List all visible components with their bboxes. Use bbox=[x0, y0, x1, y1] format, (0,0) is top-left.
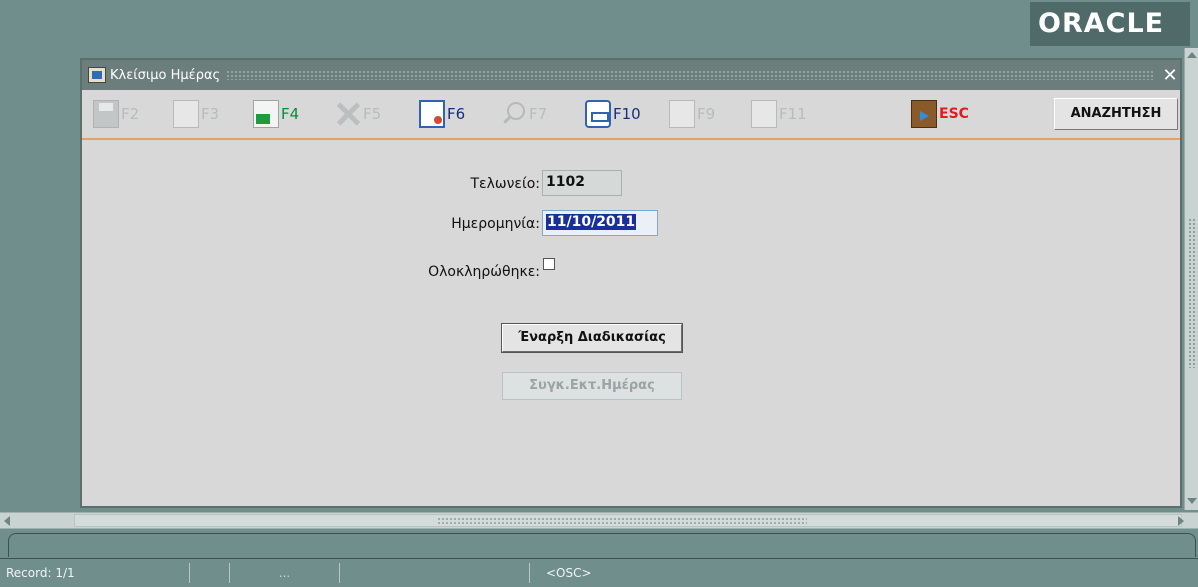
insert-key-label: F9 bbox=[697, 105, 716, 123]
copy-key-label: F3 bbox=[201, 105, 220, 123]
new-record-button[interactable]: F4 bbox=[250, 96, 299, 132]
new-key-label: F4 bbox=[281, 105, 300, 123]
delete-button[interactable]: F5 bbox=[332, 96, 381, 132]
search-button[interactable]: ΑΝΑΖΗΤΗΣΗ bbox=[1054, 98, 1178, 130]
print-button[interactable]: F10 bbox=[582, 96, 641, 132]
status-cell-2 bbox=[190, 563, 230, 583]
window-title: Κλείσιμο Ημέρας bbox=[110, 67, 221, 83]
query-icon bbox=[501, 100, 527, 128]
window-titlebar[interactable]: Κλείσιμο Ημέρας ✕ bbox=[82, 60, 1180, 90]
exit-key-label: ESC bbox=[939, 106, 969, 122]
save-button[interactable]: F2 bbox=[90, 96, 139, 132]
print-icon bbox=[585, 100, 611, 128]
delete-doc-key-label: F11 bbox=[779, 105, 807, 123]
delete-key-label: F5 bbox=[363, 105, 382, 123]
record-indicator: Record: 1/1 bbox=[6, 563, 190, 583]
customs-office-field[interactable]: 1102 bbox=[542, 170, 622, 196]
day-summary-button[interactable]: Συγκ.Εκτ.Ημέρας bbox=[502, 372, 682, 400]
scroll-left-icon[interactable] bbox=[4, 516, 10, 526]
status-bar: Record: 1/1 ... <OSC> bbox=[0, 558, 1198, 587]
completed-label: Ολοκληρώθηκε: bbox=[428, 264, 540, 280]
titlebar-grip bbox=[226, 70, 1154, 80]
status-ellipsis: ... bbox=[230, 563, 340, 583]
clear-button[interactable]: F6 bbox=[416, 96, 465, 132]
copy-record-button[interactable]: F3 bbox=[170, 96, 219, 132]
query-button[interactable]: F7 bbox=[498, 96, 547, 132]
scroll-track[interactable] bbox=[74, 514, 1182, 527]
insert-doc-icon bbox=[669, 100, 695, 128]
insert-button[interactable]: F9 bbox=[666, 96, 715, 132]
query-key-label: F7 bbox=[529, 105, 548, 123]
start-process-button[interactable]: Έναρξη Διαδικασίας bbox=[502, 324, 682, 352]
exit-door-icon bbox=[911, 100, 937, 128]
delete-icon bbox=[335, 100, 361, 128]
close-icon[interactable]: ✕ bbox=[1160, 65, 1180, 86]
day-close-window: Κλείσιμο Ημέρας ✕ F2 F3 F4 F5 F6 F7 F10 … bbox=[80, 58, 1182, 508]
date-label: Ημερομηνία: bbox=[451, 216, 540, 232]
save-key-label: F2 bbox=[121, 105, 140, 123]
clear-key-label: F6 bbox=[447, 105, 466, 123]
horizontal-scrollbar[interactable] bbox=[0, 512, 1198, 529]
copy-doc-icon bbox=[173, 100, 199, 128]
date-field[interactable]: 11/10/2011 bbox=[542, 210, 658, 236]
window-icon bbox=[88, 67, 106, 83]
scroll-grip[interactable] bbox=[1188, 218, 1196, 368]
exit-button[interactable]: ESC bbox=[908, 96, 969, 132]
completed-checkbox[interactable] bbox=[543, 258, 555, 270]
customs-office-label: Τελωνείο: bbox=[470, 176, 540, 192]
save-icon bbox=[93, 100, 119, 128]
status-cell-4 bbox=[340, 563, 530, 583]
delete-doc-button[interactable]: F11 bbox=[748, 96, 807, 132]
new-doc-icon bbox=[253, 100, 279, 128]
delete-doc-icon bbox=[751, 100, 777, 128]
scroll-thumb[interactable] bbox=[437, 517, 807, 525]
toolbar: F2 F3 F4 F5 F6 F7 F10 F9 F11 ESC ΑΝΑΖΗΤΗ… bbox=[82, 90, 1180, 140]
scroll-up-icon[interactable] bbox=[1187, 52, 1197, 58]
vertical-scrollbar[interactable] bbox=[1184, 48, 1198, 510]
print-key-label: F10 bbox=[613, 105, 641, 123]
scroll-down-icon[interactable] bbox=[1187, 498, 1197, 504]
oracle-logo: ORACLE bbox=[1030, 2, 1190, 46]
scroll-right-icon[interactable] bbox=[1178, 516, 1184, 526]
clear-doc-icon bbox=[419, 100, 445, 128]
message-line bbox=[8, 533, 1196, 557]
date-field-value: 11/10/2011 bbox=[546, 214, 637, 230]
mode-indicator: <OSC> bbox=[546, 566, 592, 580]
